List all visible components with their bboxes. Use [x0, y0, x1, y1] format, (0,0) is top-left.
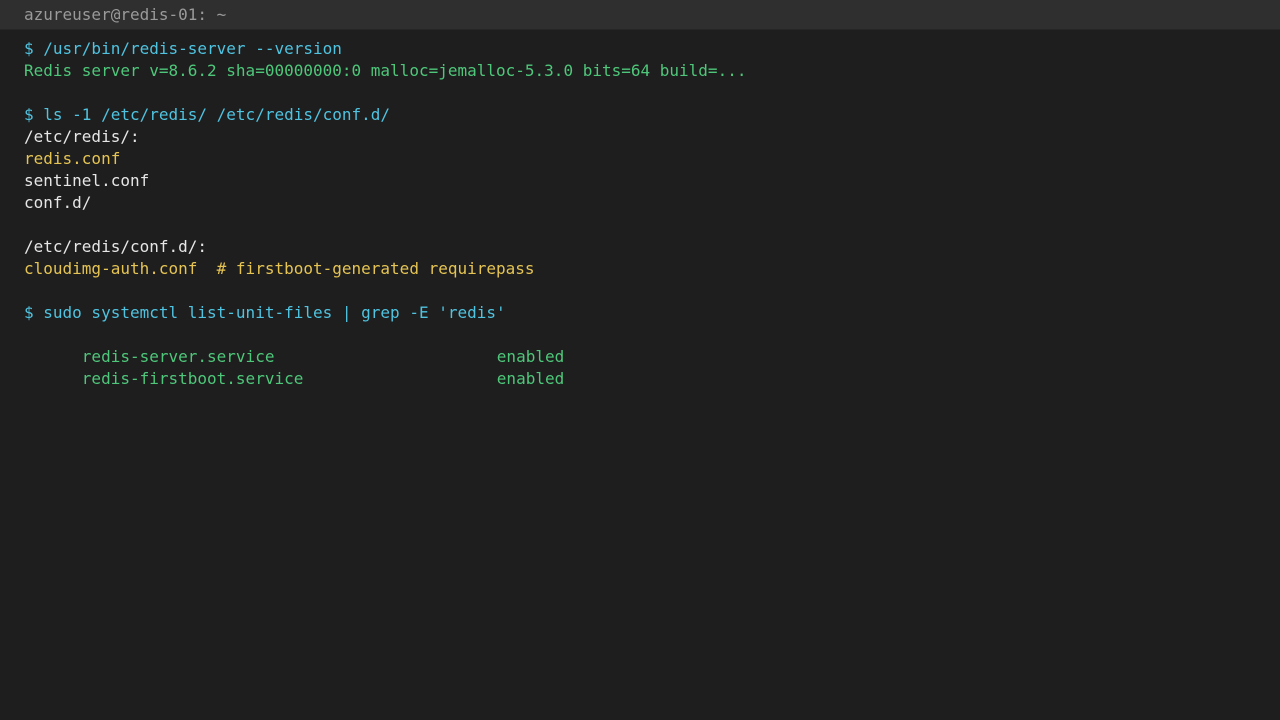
unit-name: redis-firstboot.service — [81, 369, 304, 388]
unit-state: enabled — [496, 347, 565, 366]
output-line: cloudimg-auth.conf # firstboot-generated… — [24, 259, 535, 278]
output-line: Redis server v=8.6.2 sha=00000000:0 mall… — [24, 61, 747, 80]
output-line: conf.d/ — [24, 193, 92, 212]
unit-file-row: redis-server.service enabled — [24, 324, 1280, 366]
command-line: $ ls -1 /etc/redis/ /etc/redis/conf.d/ — [24, 105, 391, 124]
terminal-window[interactable]: azureuser@redis-01: ~ $ /usr/bin/redis-s… — [0, 0, 1280, 720]
terminal-output[interactable]: $ /usr/bin/redis-server --version Redis … — [0, 30, 1280, 388]
unit-name: redis-server.service — [81, 347, 275, 366]
window-title: azureuser@redis-01: ~ — [0, 0, 1280, 30]
command-line: $ sudo systemctl list-unit-files | grep … — [24, 303, 506, 322]
output-line: /etc/redis/conf.d/: — [24, 237, 208, 256]
unit-state: enabled — [496, 369, 565, 388]
output-line: sentinel.conf — [24, 171, 150, 190]
output-line: redis.conf — [24, 149, 121, 168]
command-line: $ /usr/bin/redis-server --version — [24, 39, 342, 58]
output-line: /etc/redis/: — [24, 127, 140, 146]
